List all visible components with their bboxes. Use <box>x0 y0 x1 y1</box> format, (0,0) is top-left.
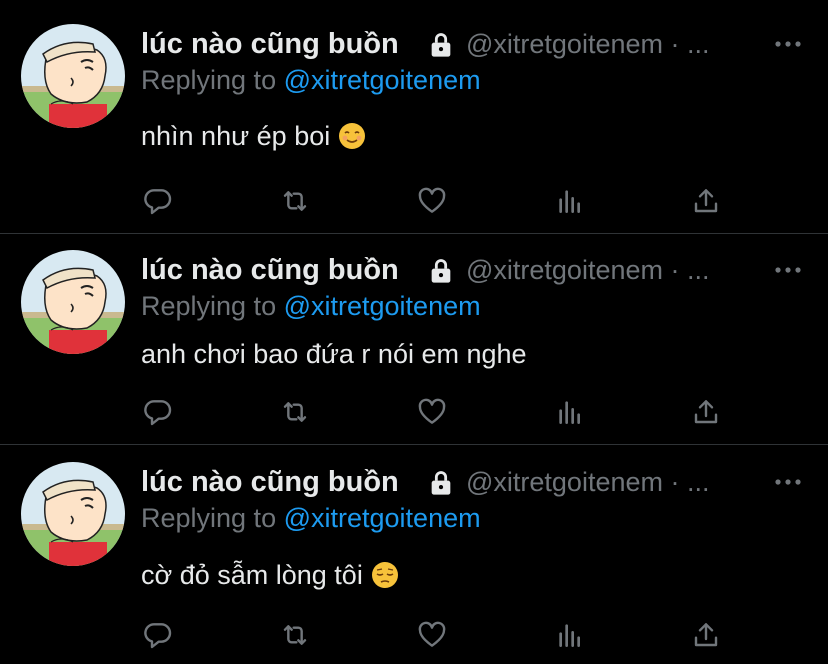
reply-button[interactable] <box>138 615 178 655</box>
heart-icon <box>418 398 446 424</box>
retweet-icon <box>283 191 307 211</box>
share-button[interactable] <box>686 181 726 221</box>
avatar[interactable] <box>21 250 125 354</box>
tweet-text: cờ đỏ sẫm lòng tôi <box>141 557 399 593</box>
more-icon[interactable] <box>773 260 803 280</box>
heart-icon <box>418 621 446 647</box>
tweet-actions <box>0 615 828 655</box>
tweet-text-content: cờ đỏ sẫm lòng tôi <box>141 560 363 590</box>
analytics-icon <box>559 624 580 647</box>
share-button[interactable] <box>686 392 726 432</box>
like-button[interactable] <box>412 615 452 655</box>
user-handle[interactable]: @xitretgoitenem · ... <box>466 252 710 288</box>
tweet-text-content: anh chơi bao đứa r nói em nghe <box>141 339 527 369</box>
tweet-header: lúc nào cũng buồn @xitretgoitenem · ... <box>141 26 828 62</box>
tweet-text: anh chơi bao đứa r nói em nghe <box>141 336 527 372</box>
lock-icon <box>431 471 451 495</box>
retweet-button[interactable] <box>275 615 315 655</box>
tweet-header: lúc nào cũng buồn @xitretgoitenem · ... <box>141 252 828 288</box>
tweet-reply[interactable]: lúc nào cũng buồn @xitretgoitenem · ... … <box>0 445 828 664</box>
analytics-button[interactable] <box>550 615 590 655</box>
reply-handle-link[interactable]: @xitretgoitenem <box>284 503 481 533</box>
smiling-face-emoji <box>339 123 366 149</box>
analytics-button[interactable] <box>550 181 590 221</box>
avatar[interactable] <box>21 462 125 566</box>
analytics-button[interactable] <box>550 392 590 432</box>
share-icon <box>694 189 718 213</box>
avatar[interactable] <box>21 24 125 128</box>
replying-to-label: Replying to <box>141 65 277 95</box>
reply-button[interactable] <box>138 392 178 432</box>
more-icon[interactable] <box>773 34 803 54</box>
more-icon[interactable] <box>773 472 803 492</box>
reply-button[interactable] <box>138 181 178 221</box>
display-name[interactable]: lúc nào cũng buồn <box>141 26 399 62</box>
tweet-reply[interactable]: lúc nào cũng buồn @xitretgoitenem · ... … <box>0 234 828 444</box>
like-button[interactable] <box>412 392 452 432</box>
tweet-header: lúc nào cũng buồn @xitretgoitenem · ... <box>141 464 828 500</box>
user-handle[interactable]: @xitretgoitenem · ... <box>466 26 710 62</box>
replying-to: Replying to @xitretgoitenem <box>141 289 481 323</box>
replying-to: Replying to @xitretgoitenem <box>141 501 481 535</box>
replying-to-label: Replying to <box>141 503 277 533</box>
retweet-button[interactable] <box>275 392 315 432</box>
retweet-icon <box>283 625 307 645</box>
share-icon <box>694 400 718 424</box>
replying-to-label: Replying to <box>141 291 277 321</box>
share-button[interactable] <box>686 615 726 655</box>
tweet-reply[interactable]: lúc nào cũng buồn @xitretgoitenem · ... … <box>0 0 828 233</box>
lock-icon <box>431 259 451 283</box>
user-handle[interactable]: @xitretgoitenem · ... <box>466 464 710 500</box>
analytics-icon <box>559 401 580 424</box>
reply-handle-link[interactable]: @xitretgoitenem <box>284 65 481 95</box>
tweet-actions <box>0 181 828 221</box>
display-name[interactable]: lúc nào cũng buồn <box>141 464 399 500</box>
display-name[interactable]: lúc nào cũng buồn <box>141 252 399 288</box>
replying-to: Replying to @xitretgoitenem <box>141 63 481 97</box>
like-button[interactable] <box>412 181 452 221</box>
tweet-actions <box>0 392 828 432</box>
heart-icon <box>418 187 446 213</box>
retweet-icon <box>283 402 307 422</box>
tweet-text-content: nhìn như ép boi <box>141 121 331 151</box>
reply-icon <box>144 189 172 215</box>
analytics-icon <box>559 190 580 213</box>
lock-icon <box>431 33 451 57</box>
reply-icon <box>144 623 172 649</box>
pensive-face-emoji <box>371 562 398 588</box>
reply-icon <box>144 400 172 426</box>
retweet-button[interactable] <box>275 181 315 221</box>
reply-handle-link[interactable]: @xitretgoitenem <box>284 291 481 321</box>
tweet-text: nhìn như ép boi <box>141 118 366 154</box>
share-icon <box>694 623 718 647</box>
